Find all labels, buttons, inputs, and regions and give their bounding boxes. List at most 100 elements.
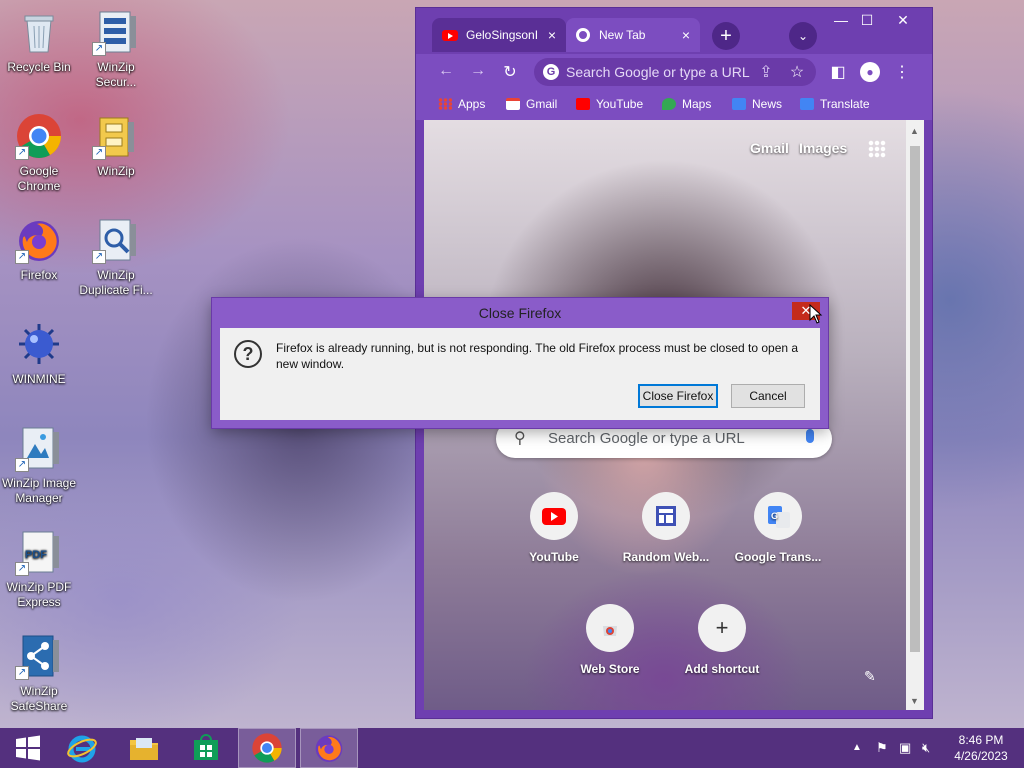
bookmark-news[interactable]: News — [732, 97, 782, 111]
firefox-icon: ↗ — [15, 216, 63, 264]
shortcut-add[interactable]: + Add shortcut — [666, 604, 778, 676]
clock-date: 4/26/2023 — [954, 749, 1008, 763]
youtube-icon — [530, 492, 578, 540]
desktop-icon-label: WinZip SafeShare — [10, 684, 68, 713]
microphone-icon[interactable] — [806, 429, 814, 443]
back-icon[interactable]: ← — [436, 62, 456, 80]
reload-icon[interactable]: ↻ — [500, 62, 520, 82]
scroll-up-icon[interactable]: ▲ — [910, 126, 919, 136]
taskbar-file-explorer[interactable] — [116, 728, 172, 768]
scroll-down-icon[interactable]: ▼ — [910, 696, 919, 706]
close-firefox-button[interactable]: Close Firefox — [638, 384, 718, 408]
internet-explorer-icon — [67, 735, 97, 763]
bookmark-youtube[interactable]: YouTube — [576, 97, 643, 111]
shortcut-arrow-icon: ↗ — [15, 250, 29, 264]
bookmark-star-icon[interactable]: ☆ — [787, 62, 807, 82]
desktop-icon-winzip-duplicate-finder[interactable]: ↗ WinZip Duplicate Fi... — [78, 216, 154, 298]
new-tab-button[interactable]: + — [712, 22, 740, 50]
menu-icon[interactable]: ⋮ — [892, 62, 912, 82]
taskbar: ▲ ⚑ ▣ 🔇︎ 8:46 PM 4/26/2023 — [0, 728, 1024, 768]
taskbar-internet-explorer[interactable] — [54, 728, 110, 768]
bookmark-label: Translate — [820, 97, 870, 111]
shortcut-google-translate[interactable]: G Google Trans... — [722, 492, 834, 564]
desktop-icon-winzip-image-manager[interactable]: ↗ WinZip Image Manager — [1, 424, 77, 506]
svg-text:G: G — [771, 511, 778, 521]
tab-close-icon[interactable]: × — [682, 27, 690, 43]
shortcut-arrow-icon: ↗ — [92, 250, 106, 264]
volume-muted-icon[interactable]: 🔇︎ — [922, 740, 930, 756]
desktop-icon-winmine[interactable]: WINMINE — [1, 320, 77, 387]
action-center-flag-icon[interactable]: ⚑ — [876, 740, 888, 756]
dialog-message: Firefox is already running, but is not r… — [276, 341, 799, 371]
chrome-icon — [252, 733, 282, 763]
chrome-icon: ↗ — [15, 112, 63, 160]
desktop-icon-winzip-safeshare[interactable]: ↗ WinZip SafeShare — [1, 632, 77, 714]
show-hidden-icons-icon[interactable]: ▲ — [852, 742, 862, 753]
close-firefox-dialog: Close Firefox ✕ ? Firefox is already run… — [212, 298, 828, 428]
desktop-icon-label: Firefox — [20, 268, 58, 282]
shortcut-arrow-icon: ↗ — [92, 146, 106, 160]
bookmark-maps[interactable]: Maps — [662, 97, 711, 111]
bookmark-apps[interactable]: Apps — [438, 97, 485, 111]
website-icon — [642, 492, 690, 540]
winzip-secure-icon: ↗ — [92, 8, 140, 56]
google-apps-icon[interactable] — [868, 140, 886, 158]
svg-text:PDF: PDF — [25, 549, 47, 561]
desktop-icon-winzip[interactable]: ↗ WinZip — [78, 112, 154, 179]
gmail-link[interactable]: Gmail — [750, 140, 789, 156]
mine-icon — [15, 320, 63, 368]
desktop-icon-google-chrome[interactable]: ↗ Google Chrome — [1, 112, 77, 194]
tab-new-tab[interactable]: New Tab × — [566, 18, 700, 52]
taskbar-store[interactable] — [178, 728, 234, 768]
bookmark-translate[interactable]: Translate — [800, 97, 870, 111]
profile-icon[interactable]: ● — [860, 62, 880, 82]
share-icon: ↗ — [15, 632, 63, 680]
google-translate-icon: G — [754, 492, 802, 540]
tab-close-icon[interactable]: × — [548, 27, 556, 43]
bookmark-label: Maps — [682, 97, 712, 111]
images-link[interactable]: Images — [799, 140, 847, 156]
question-icon: ? — [234, 340, 262, 368]
desktop-icon-winzip-pdf-express[interactable]: PDF ↗ WinZip PDF Express — [1, 528, 77, 610]
shortcut-label: Random Web... — [622, 550, 710, 564]
windows-logo-icon — [16, 735, 40, 761]
desktop-icon-label: WinZip Secur... — [95, 60, 137, 89]
ntp-search-placeholder: Search Google or type a URL — [548, 430, 745, 447]
tab-youtube[interactable]: GeloSingsonI × — [432, 18, 566, 52]
side-panel-icon[interactable]: ◧ — [828, 62, 848, 82]
tab-search-button[interactable]: ⌄ — [789, 22, 817, 50]
shortcut-web-store[interactable]: Web Store — [554, 604, 666, 676]
taskbar-firefox[interactable] — [300, 728, 358, 768]
desktop-icon-label: WinZip Duplicate Fi... — [79, 268, 153, 297]
apps-grid-icon — [438, 98, 452, 110]
scrollbar-thumb[interactable] — [910, 146, 920, 652]
taskbar-clock[interactable]: 8:46 PM 4/26/2023 — [946, 732, 1016, 764]
firefox-icon — [315, 735, 343, 762]
bookmark-gmail[interactable]: Gmail — [506, 97, 557, 111]
tab-label: GeloSingsonI — [466, 28, 539, 42]
desktop-icon-recycle-bin[interactable]: Recycle Bin — [1, 8, 77, 75]
folder-icon — [130, 738, 158, 760]
desktop-icon-firefox[interactable]: ↗ Firefox — [1, 216, 77, 283]
share-icon[interactable]: ⇪ — [756, 62, 776, 82]
desktop-icon-winzip-secure[interactable]: ↗ WinZip Secur... — [78, 8, 154, 90]
customize-pencil-icon[interactable]: ✎ — [864, 668, 876, 685]
forward-icon[interactable]: → — [468, 62, 488, 80]
desktop-icon-label: WinZip — [97, 164, 135, 178]
winzip-icon: ↗ — [92, 112, 140, 160]
dialog-body: ? Firefox is already running, but is not… — [220, 328, 820, 420]
scrollbar[interactable]: ▲ ▼ — [906, 120, 924, 710]
window-close-icon[interactable]: ✕ — [888, 12, 918, 29]
taskbar-chrome[interactable] — [238, 728, 296, 768]
bookmark-label: YouTube — [596, 97, 644, 111]
network-icon[interactable]: ▣ — [899, 740, 911, 756]
pdf-icon: PDF ↗ — [15, 528, 63, 576]
desktop-icon-label: Recycle Bin — [7, 60, 71, 74]
cancel-button[interactable]: Cancel — [731, 384, 805, 408]
bookmark-label: News — [752, 97, 783, 111]
maximize-icon[interactable]: ☐ — [852, 12, 882, 29]
start-button[interactable] — [0, 728, 56, 768]
shortcut-arrow-icon: ↗ — [15, 666, 29, 680]
shortcut-youtube[interactable]: YouTube — [498, 492, 610, 564]
shortcut-random-web[interactable]: Random Web... — [610, 492, 722, 564]
